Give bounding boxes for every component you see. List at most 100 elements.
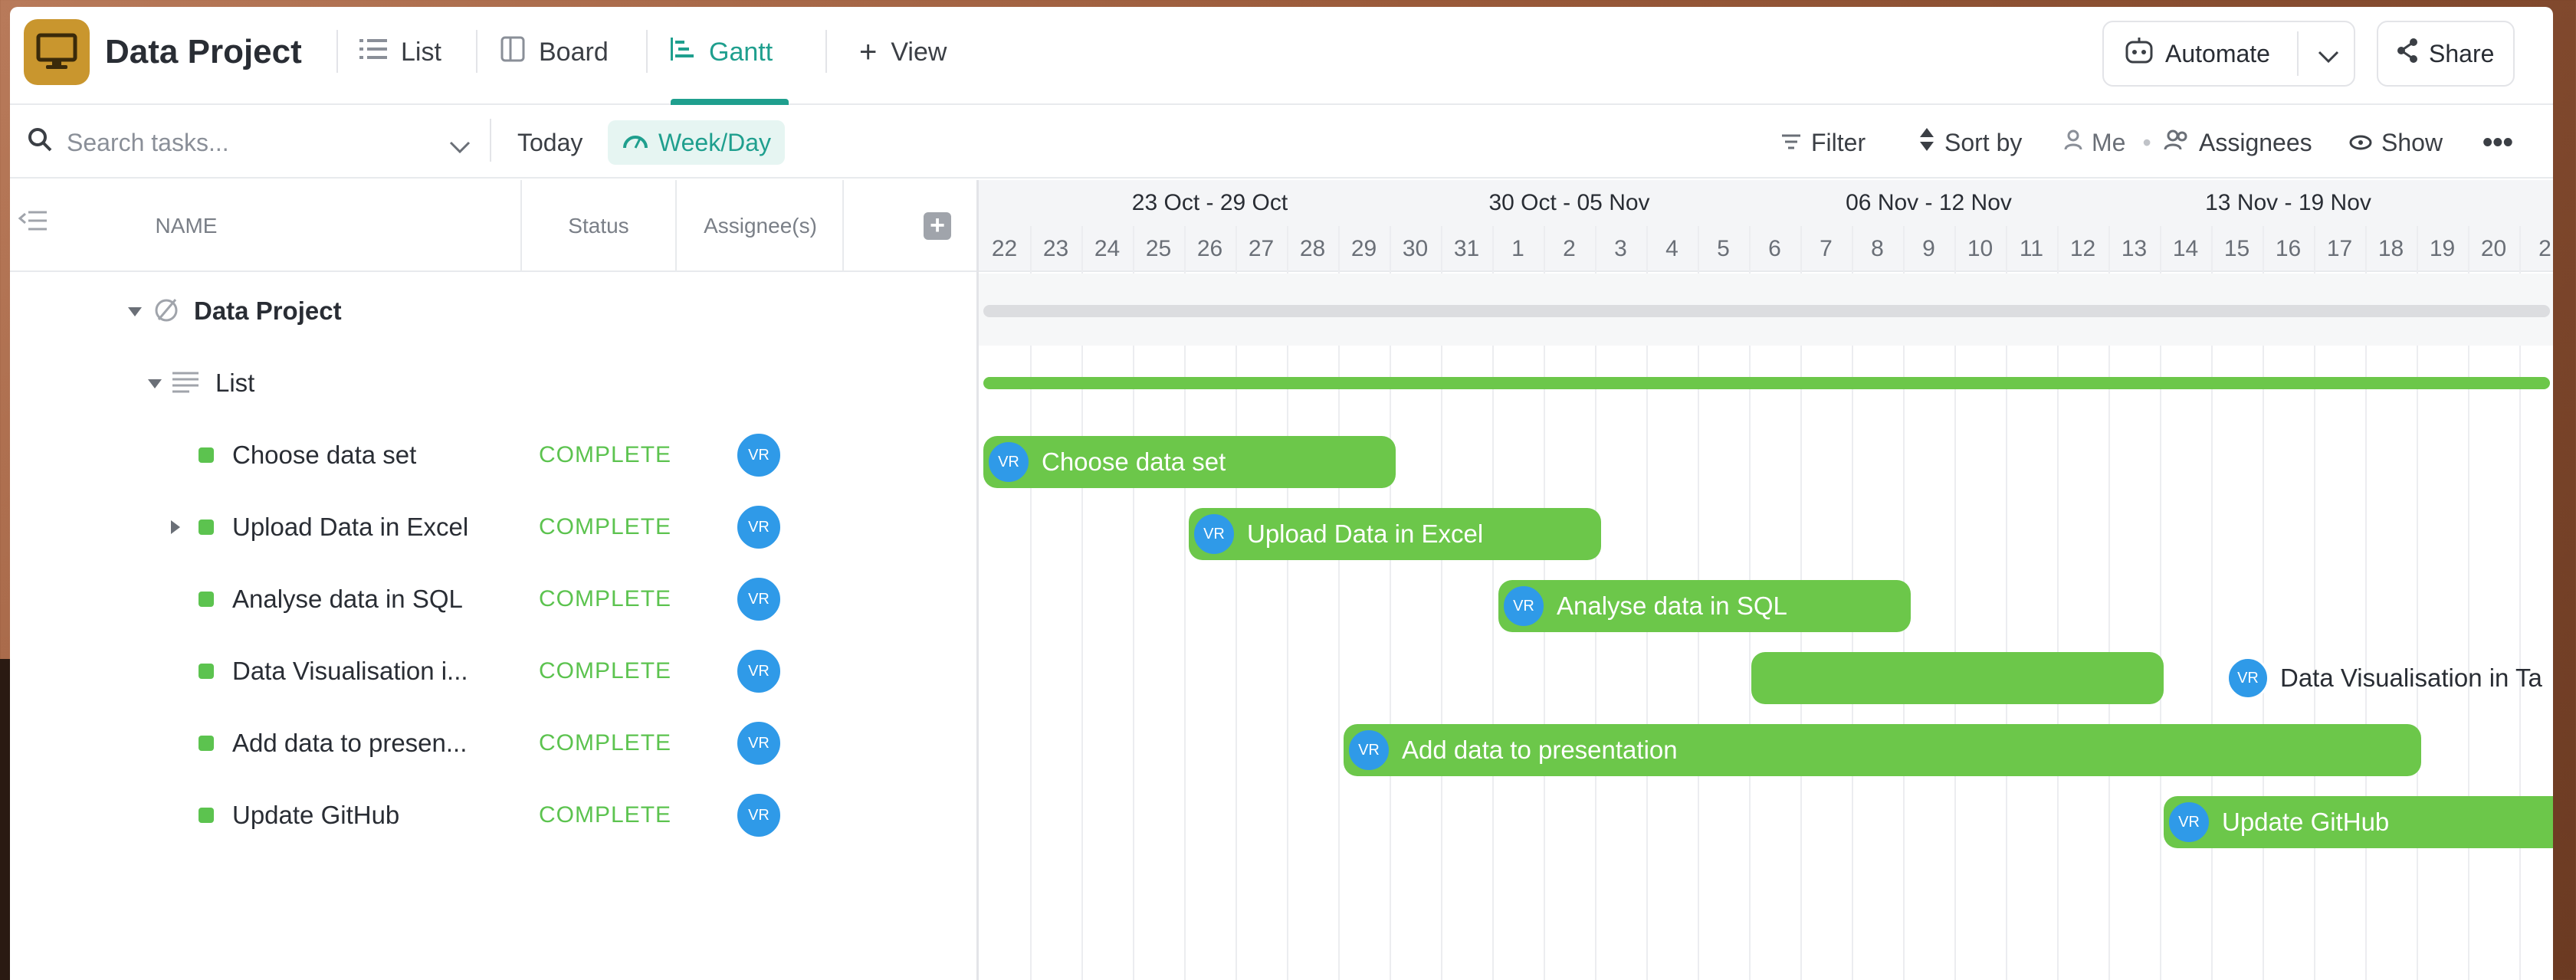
gantt-bar[interactable]	[1751, 652, 2164, 704]
task-row[interactable]: Choose data set COMPLETE VR	[10, 419, 977, 491]
task-name[interactable]: Choose data set	[232, 441, 416, 470]
monitor-icon[interactable]	[24, 19, 90, 85]
column-header-status[interactable]: Status	[522, 180, 675, 272]
tab-list-label: List	[401, 37, 441, 67]
tab-list[interactable]: List	[359, 31, 441, 73]
gantt-bar[interactable]: VR Update GitHub	[2164, 796, 2553, 848]
week-day-button[interactable]: Week/Day	[608, 120, 786, 165]
assignees-label: Assignees	[2199, 128, 2312, 156]
status-badge[interactable]: COMPLETE	[539, 442, 671, 468]
status-badge[interactable]: COMPLETE	[539, 658, 671, 684]
list-row[interactable]: List	[10, 347, 977, 419]
column-header-assignees[interactable]: Assignee(s)	[677, 180, 844, 272]
add-column-icon[interactable]: +	[924, 212, 951, 240]
tab-gantt[interactable]: Gantt	[671, 31, 773, 73]
task-row[interactable]: Update GitHub COMPLETE VR	[10, 779, 977, 851]
day-label: 15	[2223, 236, 2250, 261]
task-name[interactable]: Data Visualisation i...	[232, 657, 468, 686]
gantt-bar-label: Choose data set	[1042, 447, 1226, 476]
chevron-down-icon[interactable]	[2317, 42, 2340, 70]
task-name[interactable]: Update GitHub	[232, 801, 399, 830]
gantt-bar-label: Data Visualisation in Ta	[2280, 664, 2542, 692]
avatar[interactable]: VR	[1501, 584, 1546, 628]
status-badge[interactable]: COMPLETE	[539, 730, 671, 756]
week-label: 13 Nov - 19 Nov	[2205, 190, 2371, 215]
show-button[interactable]: Show	[2349, 120, 2443, 165]
avatar[interactable]: VR	[986, 440, 1031, 484]
day-label: 2	[1563, 236, 1576, 261]
avatar[interactable]: VR	[735, 575, 783, 623]
gantt-bar[interactable]: VR Add data to presentation	[1344, 724, 2421, 776]
tab-board[interactable]: Board	[500, 31, 609, 73]
day-label: 19	[2429, 236, 2456, 261]
gantt-bar[interactable]: VR Upload Data in Excel	[1189, 508, 1601, 560]
assignees-button[interactable]: Assignees	[2164, 120, 2312, 165]
active-tab-indicator	[671, 99, 789, 105]
sort-button[interactable]: Sort by	[1918, 120, 2022, 165]
status-dot	[199, 447, 214, 463]
day-label: 29	[1350, 236, 1377, 261]
day-label: 6	[1768, 236, 1781, 261]
column-divider	[842, 180, 844, 272]
status-badge[interactable]: COMPLETE	[539, 586, 671, 612]
gantt-chart: 23 Oct - 29 Oct 30 Oct - 05 Nov 06 Nov -…	[979, 180, 2553, 980]
task-name[interactable]: Upload Data in Excel	[232, 513, 468, 542]
divider	[476, 30, 477, 73]
status-dot	[199, 736, 214, 751]
day-label: 18	[2377, 236, 2404, 261]
search-input[interactable]: Search tasks...	[27, 122, 471, 163]
task-name[interactable]: Add data to presen...	[232, 729, 467, 758]
today-label: Today	[517, 128, 583, 156]
column-divider	[675, 180, 677, 272]
avatar[interactable]: VR	[735, 503, 783, 551]
task-row[interactable]: Upload Data in Excel COMPLETE VR	[10, 491, 977, 563]
status-dot	[199, 664, 214, 679]
caret-down-icon[interactable]	[128, 307, 142, 316]
me-filter-button[interactable]: Me •	[2064, 120, 2151, 165]
task-row[interactable]: Add data to presen... COMPLETE VR	[10, 707, 977, 779]
avatar[interactable]: VR	[735, 792, 783, 839]
avatar[interactable]: VR	[735, 719, 783, 767]
more-options-icon[interactable]: •••	[2482, 120, 2513, 165]
people-icon	[2164, 129, 2190, 157]
avatar[interactable]: VR	[735, 431, 783, 479]
gantt-days-header: 22 23 24 25 26 27 28 29 30 31 1 2 3 4 5 6 7 8 9 10 11 12 13 14 1…	[979, 226, 2553, 272]
today-button[interactable]: Today	[517, 120, 582, 165]
sort-icon	[1918, 126, 1935, 159]
share-button[interactable]: Share	[2377, 21, 2515, 87]
space-icon	[153, 297, 180, 328]
avatar[interactable]: VR	[735, 647, 783, 695]
status-badge[interactable]: COMPLETE	[539, 802, 671, 828]
avatar[interactable]: VR	[1192, 512, 1236, 556]
tab-board-label: Board	[539, 37, 609, 67]
table-header: NAME Status Assignee(s) +	[10, 180, 977, 272]
project-row[interactable]: Data Project	[10, 275, 977, 347]
chevron-down-icon[interactable]	[448, 133, 471, 161]
list-summary-bar	[983, 377, 2550, 389]
task-row[interactable]: Analyse data in SQL COMPLETE VR	[10, 563, 977, 635]
status-badge[interactable]: COMPLETE	[539, 514, 671, 540]
automate-label: Automate	[2165, 39, 2270, 67]
day-label: 2	[2538, 236, 2551, 261]
gantt-bar-label: Analyse data in SQL	[1557, 592, 1787, 620]
automate-button[interactable]: Automate	[2102, 21, 2355, 87]
add-view-button[interactable]: + View	[859, 31, 947, 73]
avatar[interactable]: VR	[2167, 800, 2211, 844]
task-row[interactable]: Data Visualisation i... COMPLETE VR	[10, 635, 977, 707]
gantt-bar-outside-label[interactable]: VR Data Visualisation in Ta	[2227, 657, 2542, 700]
task-name[interactable]: Analyse data in SQL	[232, 585, 463, 614]
caret-right-icon[interactable]	[171, 520, 180, 534]
filter-button[interactable]: Filter	[1780, 120, 1866, 165]
day-label: 27	[1248, 236, 1275, 261]
avatar[interactable]: VR	[1347, 728, 1391, 772]
collapse-sidebar-icon[interactable]	[18, 208, 48, 238]
gantt-bar[interactable]: VR Choose data set	[983, 436, 1396, 488]
caret-down-icon[interactable]	[148, 379, 162, 388]
robot-icon	[2124, 36, 2154, 71]
avatar[interactable]: VR	[2227, 657, 2269, 700]
day-label: 14	[2172, 236, 2199, 261]
gantt-bar[interactable]: VR Analyse data in SQL	[1498, 580, 1911, 632]
day-label: 22	[991, 236, 1018, 261]
week-label: 06 Nov - 12 Nov	[1846, 190, 2012, 215]
column-header-name[interactable]: NAME	[140, 180, 232, 272]
